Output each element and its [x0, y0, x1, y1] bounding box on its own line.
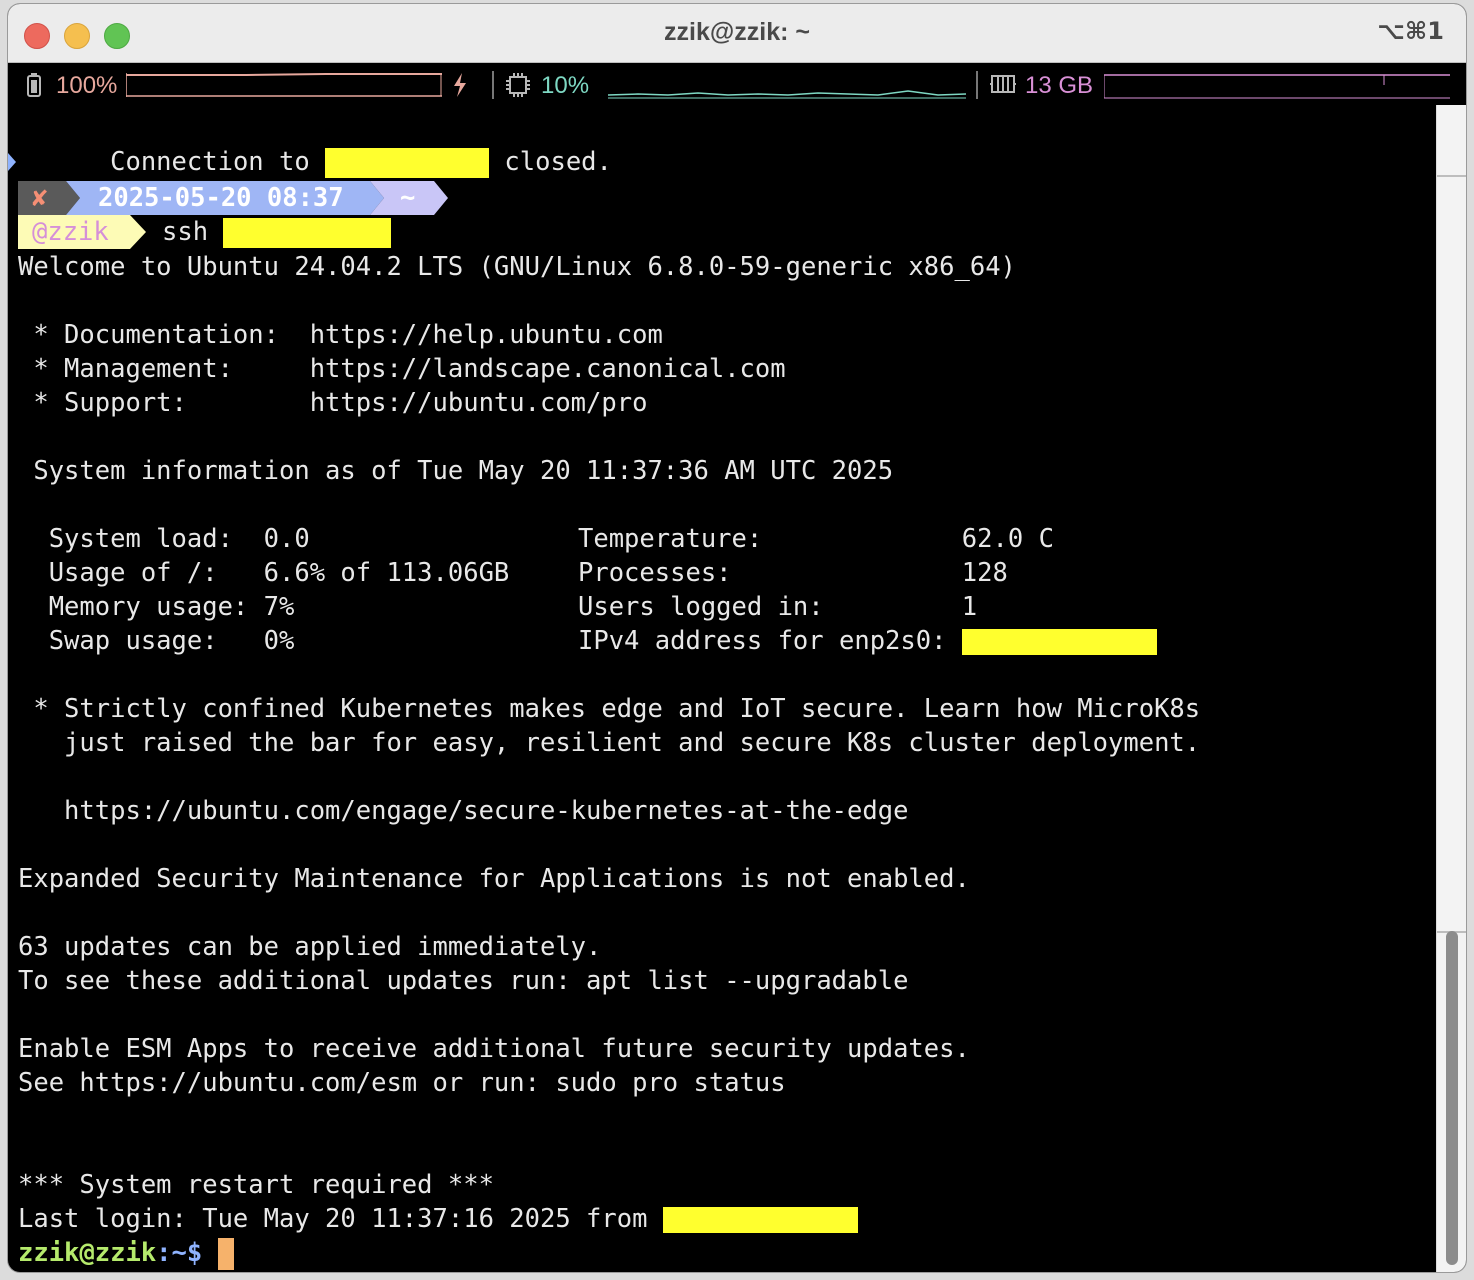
prompt-command: ssh	[162, 215, 392, 249]
prompt-date: 2025-05-20 08:37	[98, 183, 344, 213]
cpu-percent: 10%	[541, 72, 590, 99]
output-line: *** System restart required ***	[18, 1170, 494, 1200]
output-line: Connection to closed.	[110, 147, 612, 178]
ps1-path: :~$	[156, 1238, 218, 1268]
output-line: Memory usage: 7%	[18, 592, 295, 622]
redacted-ip	[961, 629, 1157, 655]
redacted-host	[223, 218, 392, 248]
output-line: Usage of /: 6.6% of 113.06GB	[18, 558, 510, 588]
output-line: System load: 0.0	[18, 524, 310, 554]
title-bar: zzik@zzik: ~ ⌥⌘1	[8, 4, 1466, 63]
prompt-user: @zzik	[32, 217, 109, 247]
prompt-dir: ~	[400, 183, 416, 213]
text-cursor	[217, 1238, 234, 1270]
status-bar: 100% 10% 13 GB	[8, 63, 1466, 105]
terminal-window: zzik@zzik: ~ ⌥⌘1 100% 10% 13 GB Connecti…	[8, 4, 1466, 1272]
output-line: Last login: Tue May 20 11:37:16 2025 fro…	[18, 1202, 858, 1236]
window-shortcut: ⌥⌘1	[1377, 17, 1444, 45]
prompt-marker-icon	[8, 153, 16, 171]
bolt-icon	[454, 73, 466, 97]
output-line: Enable ESM Apps to receive additional fu…	[18, 1034, 970, 1064]
output-line: To see these additional updates run: apt…	[18, 966, 909, 996]
cpu-chip-icon	[506, 73, 530, 97]
output-line: * Support: https://ubuntu.com/pro	[18, 388, 648, 418]
output-line: Temperature: 62.0 C	[578, 524, 1054, 554]
output-line: Expanded Security Maintenance for Applic…	[18, 864, 970, 894]
cpu-history-graph	[608, 90, 966, 99]
prompt-status: ✘	[32, 183, 48, 213]
output-line: Processes: 128	[578, 558, 1008, 588]
ps1-user: zzik@zzik	[18, 1238, 157, 1268]
battery-percent: 100%	[56, 72, 118, 99]
output-line: See https://ubuntu.com/esm or run: sudo …	[18, 1068, 786, 1098]
output-line: Welcome to Ubuntu 24.04.2 LTS (GNU/Linux…	[18, 252, 1016, 282]
battery-icon	[27, 73, 41, 97]
output-line: https://ubuntu.com/engage/secure-kuberne…	[18, 796, 909, 826]
redacted-host	[662, 1207, 858, 1233]
output-line: IPv4 address for enp2s0:	[578, 624, 1157, 658]
output-line: Swap usage: 0%	[18, 626, 295, 656]
scrollbar-thumb[interactable]	[1446, 931, 1458, 1265]
battery-history-graph	[126, 73, 442, 97]
window-title: zzik@zzik: ~	[664, 18, 810, 46]
output-line: * Strictly confined Kubernetes makes edg…	[18, 694, 1201, 724]
memory-history-graph	[1104, 74, 1450, 99]
output-line: System information as of Tue May 20 11:3…	[18, 456, 894, 486]
memory-usage: 13 GB	[1025, 72, 1094, 99]
output-line: just raised the bar for easy, resilient …	[18, 728, 1201, 758]
output-line: * Management: https://landscape.canonica…	[18, 354, 786, 384]
output-line: Users logged in: 1	[578, 592, 978, 622]
redacted-host	[325, 148, 490, 178]
powerline-prompt: ✘ 2025-05-20 08:37 ~ @zzik ssh	[18, 181, 488, 249]
shell-prompt[interactable]: zzik@zzik:~$	[18, 1236, 234, 1270]
memory-icon	[990, 75, 1016, 93]
scrollbar[interactable]	[1436, 105, 1466, 1272]
output-line: * Documentation: https://help.ubuntu.com	[18, 320, 663, 350]
output-line: 63 updates can be applied immediately.	[18, 932, 602, 962]
scroll-mark	[1437, 175, 1466, 177]
